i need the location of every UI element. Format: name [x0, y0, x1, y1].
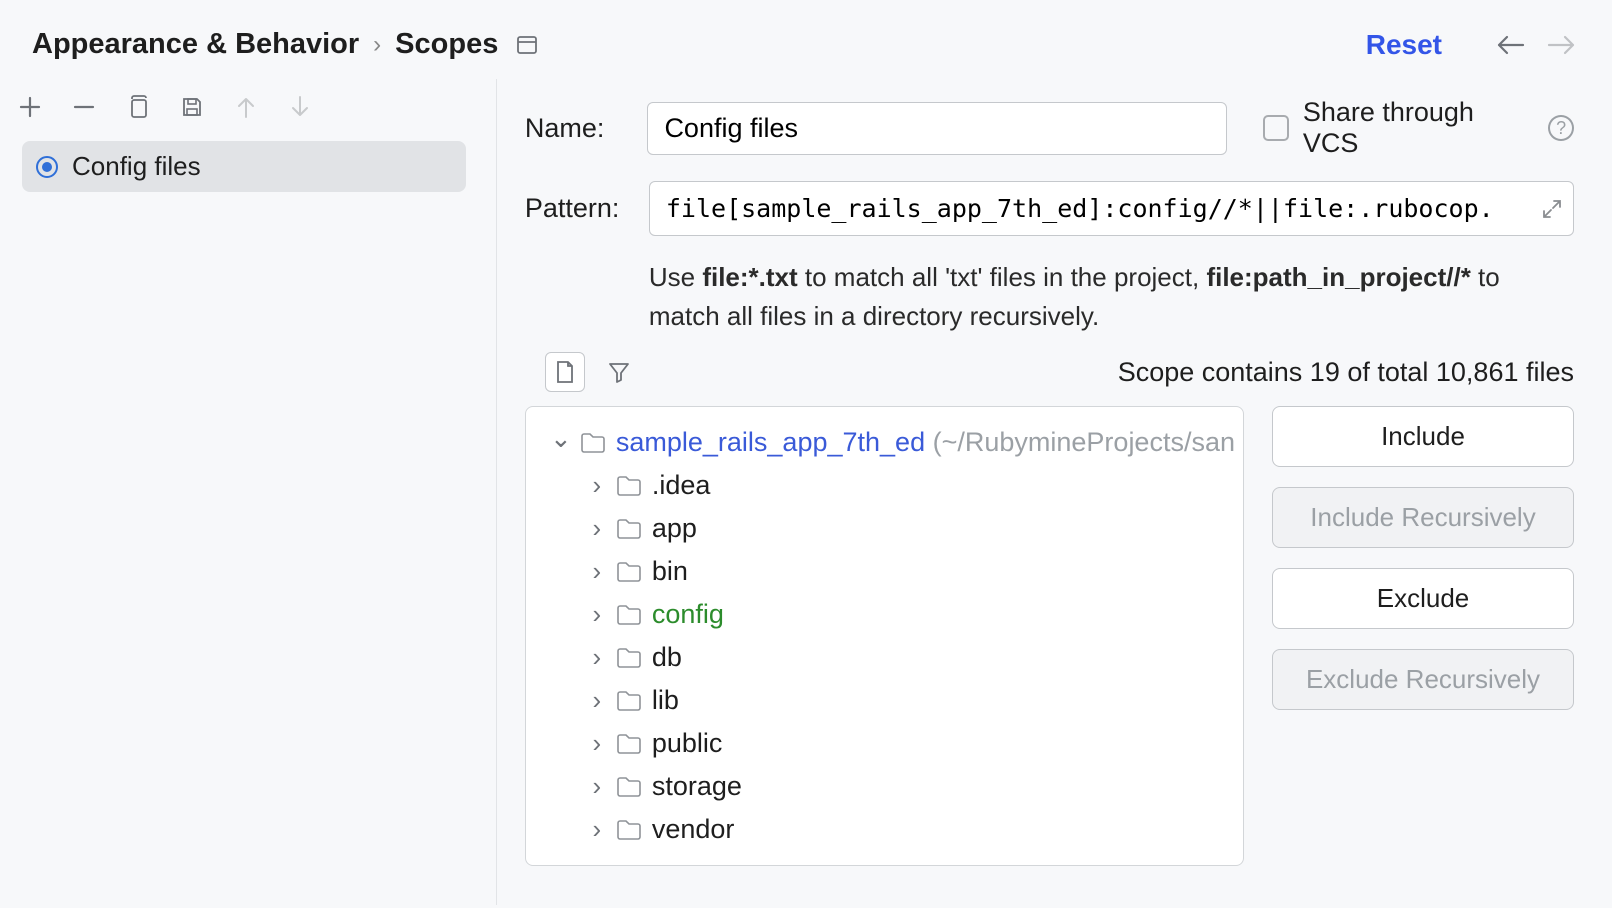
chevron-right-icon[interactable]: [586, 814, 608, 845]
chevron-right-icon[interactable]: [586, 470, 608, 501]
add-icon[interactable]: [16, 93, 44, 121]
scope-list-item[interactable]: Config files: [22, 141, 466, 192]
pattern-hint: Use file:*.txt to match all 'txt' files …: [649, 258, 1569, 336]
folder-icon: [616, 561, 642, 583]
folder-icon: [616, 819, 642, 841]
name-label: Name:: [525, 113, 648, 144]
tree-item[interactable]: app: [534, 507, 1235, 550]
breadcrumb-current: Scopes: [395, 28, 498, 61]
folder-icon: [616, 776, 642, 798]
chevron-right-icon[interactable]: [586, 685, 608, 716]
chevron-down-icon[interactable]: [550, 427, 572, 458]
pattern-input[interactable]: [649, 181, 1574, 236]
tree-item-label: public: [652, 728, 723, 759]
main-panel: Name: Share through VCS ? Pattern: Use f…: [497, 79, 1612, 905]
move-up-icon[interactable]: [232, 93, 260, 121]
tree-item[interactable]: db: [534, 636, 1235, 679]
radio-icon: [36, 156, 58, 178]
name-input[interactable]: [647, 102, 1227, 155]
tree-item-label: .idea: [652, 470, 711, 501]
copy-icon[interactable]: [124, 93, 152, 121]
folder-icon: [580, 432, 606, 454]
tree-root-path: (~/RubymineProjects/san: [933, 427, 1235, 458]
chevron-right-icon[interactable]: [586, 771, 608, 802]
breadcrumb: Appearance & Behavior › Scopes: [32, 28, 498, 61]
tree-item[interactable]: vendor: [534, 808, 1235, 851]
tree-item[interactable]: bin: [534, 550, 1235, 593]
folder-icon: [616, 733, 642, 755]
sidebar-toolbar: [8, 89, 476, 135]
tree-root-name: sample_rails_app_7th_ed: [616, 427, 925, 458]
move-down-icon[interactable]: [286, 93, 314, 121]
sidebar: Config files: [0, 79, 497, 905]
tree-item[interactable]: .idea: [534, 464, 1235, 507]
action-column: Include Include Recursively Exclude Excl…: [1272, 406, 1574, 866]
folder-icon: [616, 647, 642, 669]
tree-root[interactable]: sample_rails_app_7th_ed (~/RubymineProje…: [534, 421, 1235, 464]
save-icon[interactable]: [178, 93, 206, 121]
folder-icon: [616, 475, 642, 497]
scope-stats: Scope contains 19 of total 10,861 files: [1118, 357, 1574, 388]
header: Appearance & Behavior › Scopes Reset: [0, 0, 1612, 79]
file-tree[interactable]: sample_rails_app_7th_ed (~/RubymineProje…: [525, 406, 1244, 866]
expand-icon[interactable]: [1542, 199, 1562, 219]
tree-item-label: vendor: [652, 814, 735, 845]
back-arrow-icon[interactable]: [1496, 30, 1526, 60]
include-recursively-button[interactable]: Include Recursively: [1272, 487, 1574, 548]
tree-item[interactable]: public: [534, 722, 1235, 765]
filter-icon[interactable]: [607, 360, 631, 384]
help-icon[interactable]: ?: [1548, 115, 1574, 141]
tree-item[interactable]: config: [534, 593, 1235, 636]
chevron-right-icon[interactable]: [586, 642, 608, 673]
tree-item-label: storage: [652, 771, 742, 802]
chevron-right-icon[interactable]: [586, 728, 608, 759]
share-vcs-label: Share through VCS: [1303, 97, 1534, 159]
window-icon[interactable]: [516, 34, 538, 56]
chevron-right-icon[interactable]: [586, 513, 608, 544]
pattern-label: Pattern:: [525, 193, 649, 224]
file-view-icon[interactable]: [545, 352, 585, 392]
chevron-right-icon[interactable]: [586, 556, 608, 587]
tree-item-label: config: [652, 599, 724, 630]
folder-icon: [616, 604, 642, 626]
tree-item-label: lib: [652, 685, 679, 716]
chevron-right-icon: ›: [373, 31, 381, 59]
remove-icon[interactable]: [70, 93, 98, 121]
tree-item-label: app: [652, 513, 697, 544]
tree-item-label: bin: [652, 556, 688, 587]
content: Config files Name: Share through VCS ? P…: [0, 79, 1612, 905]
include-button[interactable]: Include: [1272, 406, 1574, 467]
tree-item[interactable]: lib: [534, 679, 1235, 722]
share-vcs-checkbox[interactable]: [1263, 115, 1289, 141]
tree-item[interactable]: storage: [534, 765, 1235, 808]
chevron-right-icon[interactable]: [586, 599, 608, 630]
folder-icon: [616, 518, 642, 540]
tree-item-label: db: [652, 642, 682, 673]
exclude-button[interactable]: Exclude: [1272, 568, 1574, 629]
scope-item-label: Config files: [72, 151, 201, 182]
tree-toolbar: Scope contains 19 of total 10,861 files: [525, 352, 1574, 392]
forward-arrow-icon[interactable]: [1546, 30, 1576, 60]
reset-button[interactable]: Reset: [1366, 29, 1442, 61]
breadcrumb-parent[interactable]: Appearance & Behavior: [32, 28, 359, 61]
folder-icon: [616, 690, 642, 712]
exclude-recursively-button[interactable]: Exclude Recursively: [1272, 649, 1574, 710]
